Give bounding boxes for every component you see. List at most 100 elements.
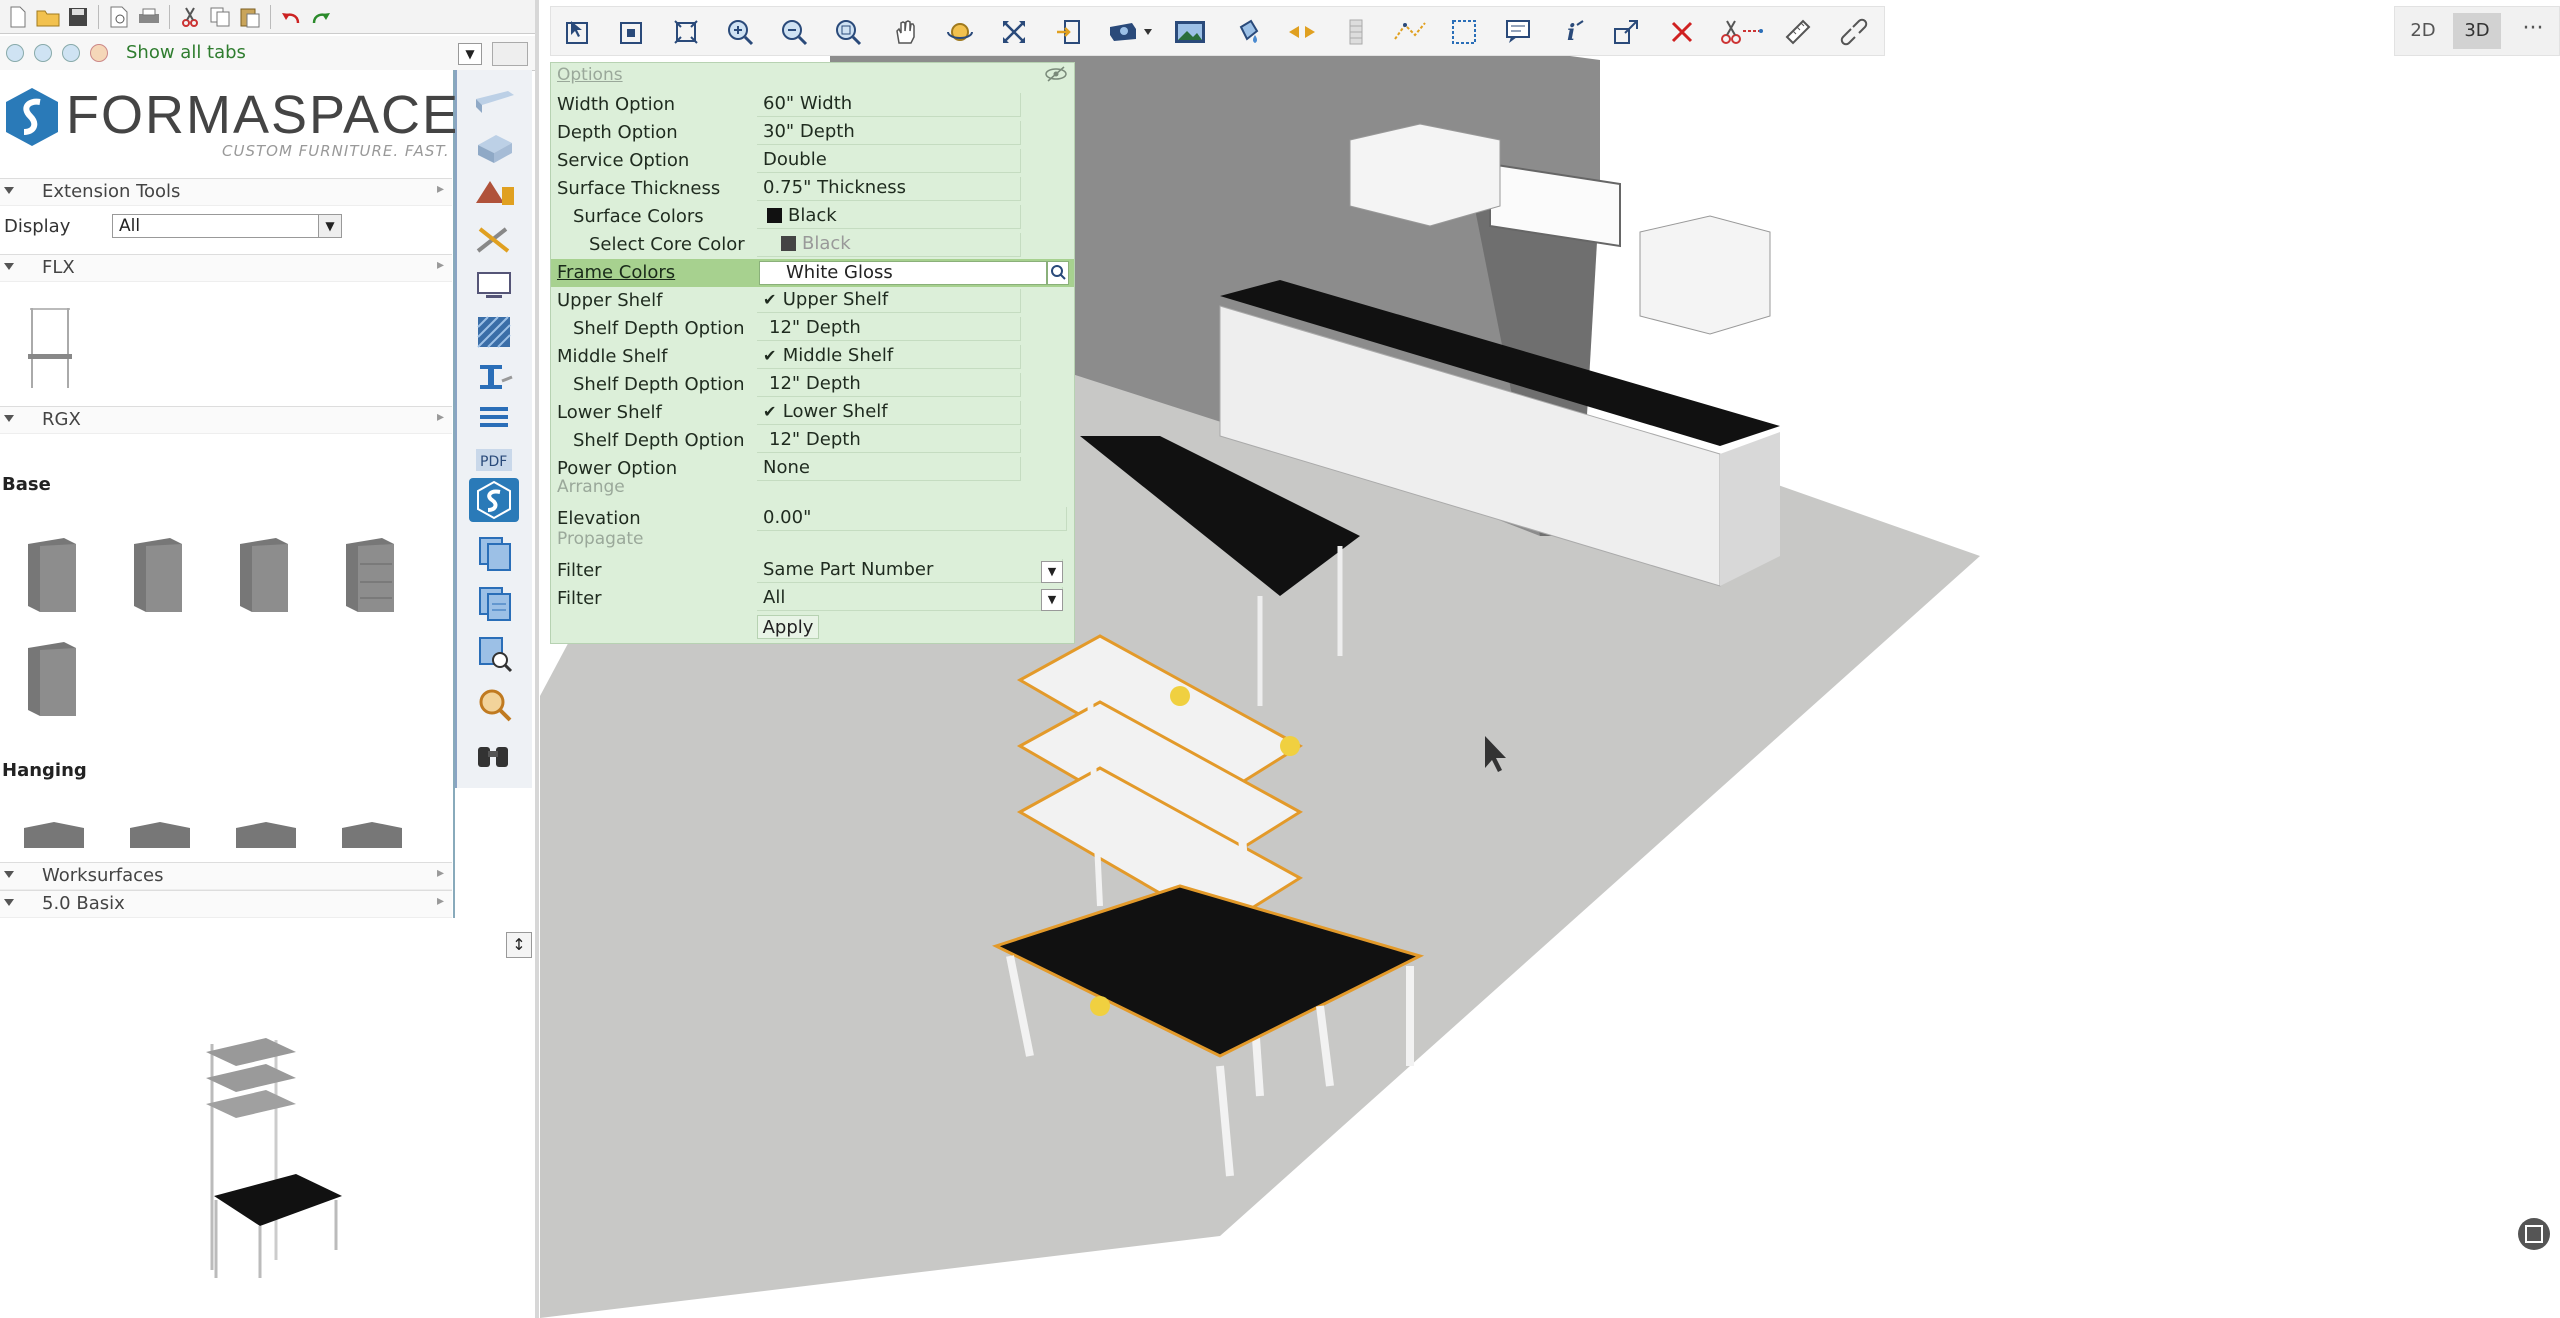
fit-icon[interactable] <box>995 13 1033 51</box>
upper-shelf-checkbox[interactable]: ✔ Upper Shelf <box>757 289 1021 313</box>
wall-tool-icon[interactable] <box>469 80 519 124</box>
binoculars-icon[interactable] <box>469 732 519 776</box>
info-icon[interactable]: i <box>1553 13 1591 51</box>
orbit-icon[interactable] <box>941 13 979 51</box>
base-cabinet-thumbnail[interactable] <box>24 536 80 614</box>
new-file-icon[interactable] <box>4 3 32 31</box>
resize-icon[interactable] <box>1607 13 1645 51</box>
tabs-dropdown-button[interactable]: ▼ <box>458 43 482 65</box>
power-option-value[interactable]: None <box>757 457 1021 481</box>
panel-divider[interactable] <box>535 0 539 1318</box>
apply-button[interactable]: Apply <box>757 615 819 639</box>
base-cabinet-thumbnail[interactable] <box>236 536 292 614</box>
pan-icon[interactable] <box>885 13 923 51</box>
extension-tools-header[interactable]: Extension Tools ▸ <box>0 178 452 206</box>
formaspace-extension-icon[interactable] <box>469 478 519 522</box>
home-icon[interactable] <box>90 44 108 62</box>
chevron-down-icon[interactable]: ▼ <box>1041 561 1063 583</box>
render-icon[interactable] <box>1103 13 1159 51</box>
export-icon[interactable] <box>1049 13 1087 51</box>
width-option-value[interactable]: 60" Width <box>757 93 1021 117</box>
monitor-icon[interactable] <box>469 264 519 308</box>
back-icon[interactable] <box>6 44 24 62</box>
room-tool-icon[interactable] <box>469 126 519 170</box>
display-select[interactable]: All ▼ <box>112 214 342 238</box>
open-folder-icon[interactable] <box>34 3 62 31</box>
pattern-icon[interactable] <box>469 310 519 354</box>
tools-icon[interactable] <box>469 218 519 262</box>
filter-select-2[interactable]: All <box>757 587 1063 611</box>
lower-shelf-depth-value[interactable]: 12" Depth <box>757 429 1021 453</box>
mirror-icon[interactable] <box>1283 13 1321 51</box>
chevron-down-icon[interactable]: ▼ <box>1041 589 1063 611</box>
up-icon[interactable] <box>62 44 80 62</box>
middle-shelf-depth-value[interactable]: 12" Depth <box>757 373 1021 397</box>
section-flx[interactable]: FLX ▸ <box>0 254 452 282</box>
show-all-tabs-link[interactable]: Show all tabs <box>126 42 246 63</box>
select-all-icon[interactable] <box>613 13 651 51</box>
filter-select-1[interactable]: Same Part Number <box>757 559 1063 583</box>
separator <box>169 4 170 29</box>
save-icon[interactable] <box>64 3 92 31</box>
paste-icon[interactable] <box>236 3 264 31</box>
flx-bench-thumbnail[interactable] <box>26 304 74 392</box>
search-icon[interactable] <box>1047 261 1069 285</box>
zoom-window-icon[interactable] <box>829 13 867 51</box>
base-drawer-cabinet-thumbnail[interactable] <box>342 536 398 614</box>
copy-icon[interactable] <box>206 3 234 31</box>
area-select-icon[interactable] <box>1445 13 1483 51</box>
section-basix[interactable]: 5.0 Basix ▸ <box>0 890 452 918</box>
hanging-cabinets-thumbnails[interactable] <box>20 822 440 848</box>
resize-handle-icon[interactable]: ↕ <box>506 932 532 958</box>
frame-colors-input[interactable]: White Gloss <box>759 261 1047 285</box>
surface-colors-value[interactable]: Black <box>757 205 1021 229</box>
hide-eye-icon[interactable] <box>1044 65 1068 83</box>
delete-icon[interactable] <box>1663 13 1701 51</box>
view-2d-button[interactable]: 2D <box>2401 13 2445 49</box>
view-3d-button[interactable]: 3D <box>2453 13 2501 49</box>
wall-icon[interactable] <box>1337 13 1375 51</box>
svg-text:PDF: PDF <box>480 454 507 470</box>
depth-option-value[interactable]: 30" Depth <box>757 121 1021 145</box>
copy-pages-icon[interactable] <box>469 532 519 576</box>
zoom-extents-icon[interactable] <box>667 13 705 51</box>
comment-icon[interactable] <box>1499 13 1537 51</box>
beam-icon[interactable] <box>469 354 519 398</box>
zoom-in-icon[interactable] <box>721 13 759 51</box>
unlink-icon[interactable] <box>1835 13 1873 51</box>
search-pages-icon[interactable] <box>469 632 519 676</box>
paint-icon[interactable] <box>1229 13 1267 51</box>
option-row-lower-shelf-depth: Shelf Depth Option 12" Depth <box>551 427 1074 455</box>
middle-shelf-checkbox[interactable]: ✔ Middle Shelf <box>757 345 1021 369</box>
layers-icon[interactable] <box>469 396 519 440</box>
forward-icon[interactable] <box>34 44 52 62</box>
zoom-out-icon[interactable] <box>775 13 813 51</box>
service-option-value[interactable]: Double <box>757 149 1021 173</box>
image-icon[interactable] <box>1171 13 1209 51</box>
surface-thickness-value[interactable]: 0.75" Thickness <box>757 177 1021 201</box>
cut-icon[interactable] <box>1717 13 1767 51</box>
zoom-materials-icon[interactable] <box>469 682 519 726</box>
dimension-icon[interactable] <box>1391 13 1429 51</box>
undo-icon[interactable] <box>277 3 305 31</box>
tabs-layout-icon[interactable] <box>492 42 528 66</box>
cut-icon[interactable] <box>176 3 204 31</box>
section-worksurfaces[interactable]: Worksurfaces ▸ <box>0 862 452 890</box>
option-row-lower-shelf: Lower Shelf ✔ Lower Shelf <box>551 399 1074 427</box>
print-preview-icon[interactable] <box>105 3 133 31</box>
section-rgx[interactable]: RGX ▸ <box>0 406 452 434</box>
base-cabinet-thumbnail[interactable] <box>130 536 186 614</box>
elevation-input[interactable]: 0.00" <box>757 507 1067 531</box>
upper-shelf-depth-value[interactable]: 12" Depth <box>757 317 1021 341</box>
duplicate-pages-icon[interactable] <box>469 582 519 626</box>
redo-icon[interactable] <box>307 3 335 31</box>
print-icon[interactable] <box>135 3 163 31</box>
pdf-icon[interactable]: PDF <box>469 438 519 482</box>
base-cabinet-thumbnail[interactable] <box>24 640 80 718</box>
screenshot-floating-button[interactable] <box>2518 1218 2550 1250</box>
lower-shelf-checkbox[interactable]: ✔ Lower Shelf <box>757 401 1021 425</box>
more-options-icon[interactable]: ··· <box>2511 13 2555 49</box>
materials-icon[interactable] <box>469 172 519 216</box>
measure-icon[interactable] <box>1779 13 1817 51</box>
select-icon[interactable] <box>559 13 597 51</box>
